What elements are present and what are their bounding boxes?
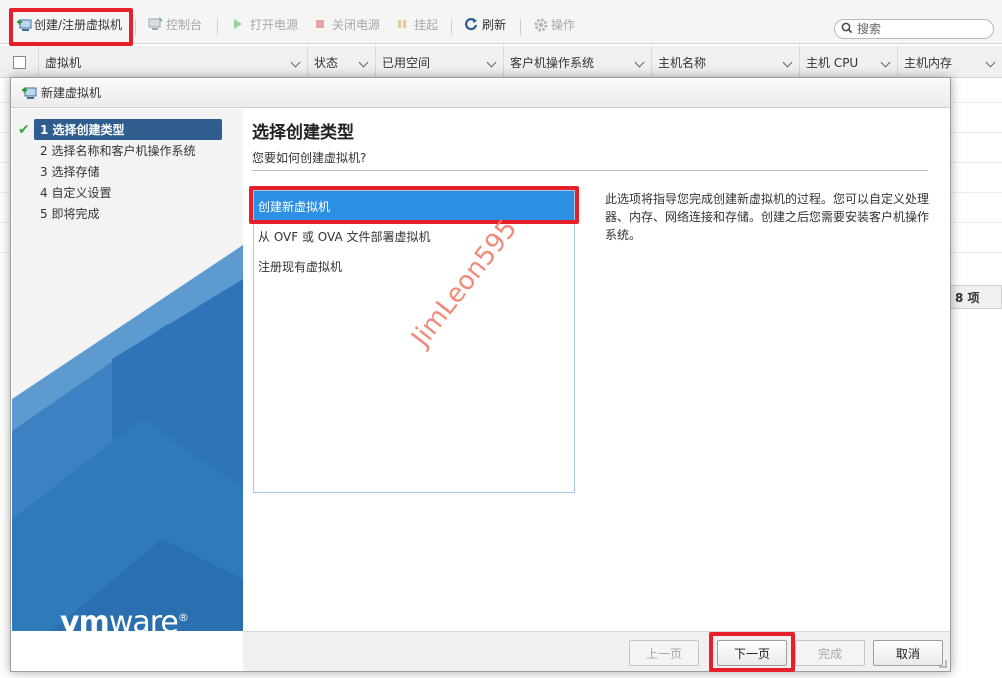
- column-header-used-space[interactable]: 已用空间: [376, 46, 504, 78]
- select-all-checkbox[interactable]: [0, 46, 39, 78]
- refresh-label: 刷新: [482, 17, 507, 32]
- play-icon: [232, 17, 246, 31]
- actions-button[interactable]: 操作: [533, 14, 575, 34]
- step-subtitle: 您要如何创建虚拟机?: [252, 151, 367, 165]
- toolbar-separator: [520, 19, 521, 35]
- pause-icon: [396, 17, 410, 31]
- column-header-host-cpu[interactable]: 主机 CPU: [800, 46, 898, 78]
- resize-handle[interactable]: [939, 660, 947, 668]
- chevron-down-icon: [290, 57, 301, 68]
- wizard-steps-panel: ✔ 1 选择创建类型 2 选择名称和客户机操作系统 3 选择存储 4 自定义设置…: [12, 109, 243, 631]
- checkmark-icon: ✔: [18, 122, 30, 138]
- column-header-vm[interactable]: 虚拟机: [39, 46, 308, 78]
- chevron-down-icon: [782, 57, 793, 68]
- divider: [252, 170, 928, 171]
- search-icon: [841, 22, 853, 37]
- vm-grid-header: 虚拟机 状态 已用空间 客户机操作系统 主机名称 主机 CPU 主机内存: [0, 46, 1002, 78]
- creation-type-list: 创建新虚拟机 从 OVF 或 OVA 文件部署虚拟机 注册现有虚拟机: [253, 190, 575, 493]
- power-off-button[interactable]: 关闭电源: [314, 14, 380, 34]
- vmware-logo: vmware®: [60, 605, 189, 631]
- console-icon: [148, 17, 163, 31]
- cancel-button[interactable]: 取消: [873, 640, 943, 666]
- gear-icon: [533, 17, 548, 32]
- new-vm-icon: [16, 17, 32, 31]
- console-label: 控制台: [166, 17, 203, 32]
- toolbar-separator: [451, 19, 452, 35]
- stop-icon: [314, 17, 328, 31]
- column-header-guest-os[interactable]: 客户机操作系统: [504, 46, 652, 78]
- option-description: 此选项将指导您完成创建新虚拟机的过程。您可以自定义处理器、内存、网络连接和存储。…: [605, 192, 930, 242]
- suspend-button[interactable]: 挂起: [396, 14, 438, 34]
- search-input[interactable]: [857, 22, 987, 36]
- wizard-step-2[interactable]: 2 选择名称和客户机操作系统: [18, 140, 238, 161]
- refresh-icon: [464, 17, 478, 31]
- column-header-host-memory[interactable]: 主机内存: [898, 46, 1002, 78]
- option-deploy-ovf-ova[interactable]: 从 OVF 或 OVA 文件部署虚拟机: [254, 221, 574, 251]
- step-title: 选择创建类型: [252, 123, 354, 143]
- dialog-title: 新建虚拟机: [41, 86, 102, 100]
- toolbar-separator: [135, 19, 136, 35]
- console-button[interactable]: 控制台: [148, 14, 202, 34]
- step-header: 选择创建类型 您要如何创建虚拟机?: [252, 118, 928, 166]
- item-count: 8 项: [950, 285, 1002, 309]
- chevron-down-icon: [985, 57, 996, 68]
- column-header-host-name[interactable]: 主机名称: [652, 46, 800, 78]
- chevron-down-icon: [358, 57, 369, 68]
- create-register-vm-label: 创建/注册虚拟机: [34, 17, 123, 32]
- new-vm-dialog: 新建虚拟机 ✔ 1 选择创建类型 2 选择名称和客户机操作系统 3 选择存储 4…: [10, 77, 951, 672]
- actions-label: 操作: [551, 17, 576, 32]
- create-register-vm-button[interactable]: 创建/注册虚拟机: [16, 14, 122, 34]
- toolbar-separator: [217, 19, 218, 35]
- checkbox[interactable]: [12, 55, 26, 69]
- power-on-label: 打开电源: [250, 17, 299, 32]
- prev-button[interactable]: 上一页: [629, 640, 699, 666]
- power-off-label: 关闭电源: [332, 17, 381, 32]
- chevron-down-icon: [486, 57, 497, 68]
- option-create-new-vm[interactable]: 创建新虚拟机: [254, 191, 574, 221]
- new-vm-icon: [21, 86, 37, 100]
- next-button[interactable]: 下一页: [717, 640, 787, 666]
- wizard-step-4[interactable]: 4 自定义设置: [18, 182, 238, 203]
- refresh-button[interactable]: 刷新: [464, 14, 506, 34]
- finish-button[interactable]: 完成: [795, 640, 865, 666]
- chevron-down-icon: [634, 57, 645, 68]
- suspend-label: 挂起: [414, 17, 439, 32]
- wizard-steps: ✔ 1 选择创建类型 2 选择名称和客户机操作系统 3 选择存储 4 自定义设置…: [18, 119, 238, 224]
- power-on-button[interactable]: 打开电源: [232, 14, 298, 34]
- search-box[interactable]: [834, 19, 994, 39]
- wizard-step-5[interactable]: 5 即将完成: [18, 203, 238, 224]
- option-register-existing-vm[interactable]: 注册现有虚拟机: [254, 251, 574, 281]
- toolbar: 创建/注册虚拟机 控制台 打开电源 关闭电源 挂起 刷新 操作 搜索: [0, 0, 1002, 44]
- wizard-step-1[interactable]: ✔ 1 选择创建类型: [18, 119, 222, 140]
- chevron-down-icon: [880, 57, 891, 68]
- wizard-step-3[interactable]: 3 选择存储: [18, 161, 238, 182]
- dialog-footer: 上一页 下一页 完成 取消: [243, 631, 950, 672]
- dialog-title-bar: 新建虚拟机: [11, 78, 950, 108]
- column-header-status[interactable]: 状态: [308, 46, 376, 78]
